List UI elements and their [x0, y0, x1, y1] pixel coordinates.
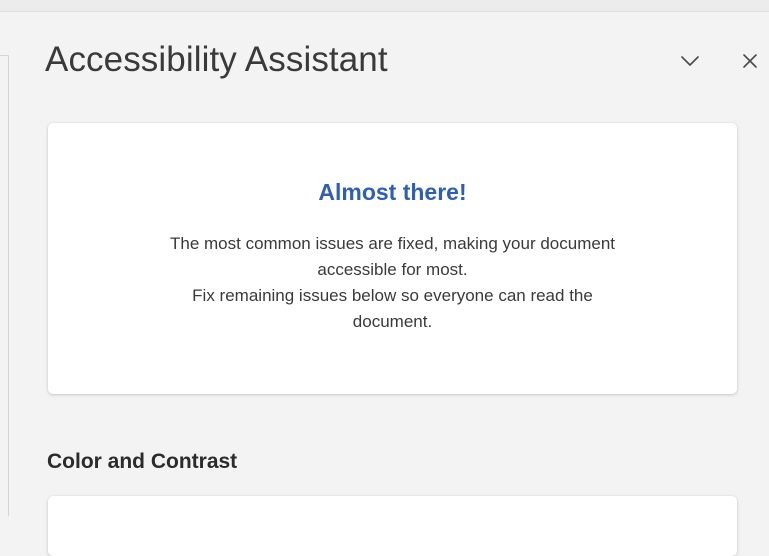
pane-options-button[interactable]: [677, 48, 703, 74]
close-pane-button[interactable]: [737, 48, 763, 74]
status-description: The most common issues are fixed, making…: [78, 231, 707, 335]
chevron-down-icon: [681, 56, 699, 66]
status-description-line: accessible for most.: [317, 260, 468, 279]
accessibility-assistant-pane: Accessibility Assistant Almost there! Th…: [9, 12, 769, 556]
color-contrast-issues-card[interactable]: [48, 496, 737, 556]
status-summary-card: Almost there! The most common issues are…: [48, 123, 737, 394]
section-heading-color-contrast: Color and Contrast: [47, 450, 238, 473]
status-description-line: Fix remaining issues below so everyone c…: [192, 286, 593, 305]
status-description-line: document.: [352, 312, 433, 331]
close-icon: [743, 54, 757, 68]
status-description-line: The most common issues are fixed, making…: [169, 234, 616, 253]
pane-title: Accessibility Assistant: [45, 40, 388, 79]
status-title: Almost there!: [318, 179, 467, 205]
top-strip: [0, 0, 769, 12]
